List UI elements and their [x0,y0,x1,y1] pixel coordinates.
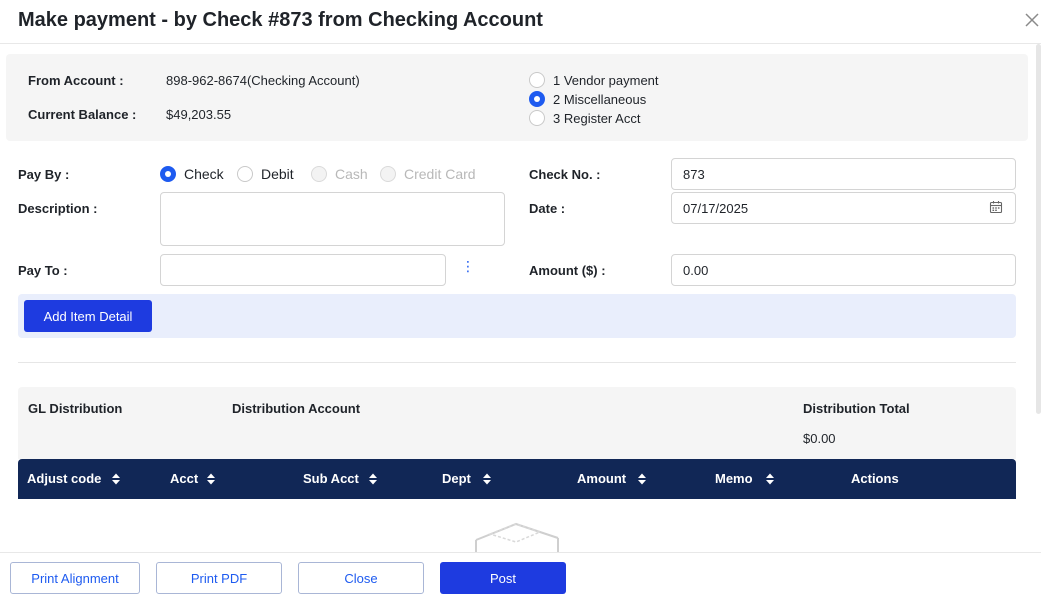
radio-pay-check[interactable] [160,166,176,182]
radio-pay-debit-label[interactable]: Debit [261,166,294,182]
close-button[interactable]: Close [298,562,424,594]
current-balance-value: $49,203.55 [166,107,232,122]
distribution-total-value: $0.00 [803,431,836,446]
pay-to-field[interactable] [160,254,446,286]
sort-icon[interactable] [765,472,775,486]
item-detail-bar [18,294,1016,338]
dialog-footer: Print Alignment Print PDF Close Post [0,552,1041,603]
radio-vendor-payment-label[interactable]: 1 Vendor payment [553,73,659,88]
sort-icon[interactable] [368,472,378,486]
close-icon[interactable] [1022,10,1041,30]
calendar-icon[interactable] [989,200,1003,214]
dialog-header: Make payment - by Check #873 from Checki… [0,0,1041,44]
kebab-menu-icon[interactable]: ⋮ [461,259,475,273]
radio-pay-cash-label: Cash [335,166,368,182]
radio-pay-credit-card [380,166,396,182]
check-no-field[interactable] [671,158,1016,190]
from-account-label: From Account : [28,73,124,88]
column-acct[interactable]: Acct [170,471,198,486]
column-adjust-code[interactable]: Adjust code [27,471,101,486]
description-field[interactable] [160,192,505,246]
radio-register-acct[interactable] [529,110,545,126]
radio-pay-check-label[interactable]: Check [184,166,224,182]
pay-to-label: Pay To : [18,263,68,278]
current-balance-label: Current Balance : [28,107,137,122]
empty-state-icon [475,522,559,552]
distribution-total-label: Distribution Total [803,401,910,416]
print-pdf-button[interactable]: Print PDF [156,562,282,594]
radio-pay-cash [311,166,327,182]
from-account-value: 898-962-8674(Checking Account) [166,73,360,88]
column-dept[interactable]: Dept [442,471,471,486]
sort-icon[interactable] [206,472,216,486]
amount-field[interactable] [671,254,1016,286]
date-label: Date : [529,201,566,216]
gl-distribution-panel [18,387,1016,459]
section-divider [18,362,1016,363]
scrollbar[interactable] [1036,44,1041,414]
sort-icon[interactable] [111,472,121,486]
amount-label: Amount ($) : [529,263,606,278]
check-no-label: Check No. : [529,167,601,182]
post-button[interactable]: Post [440,562,566,594]
date-field[interactable] [671,192,1016,224]
column-amount[interactable]: Amount [577,471,626,486]
distribution-table-header: Adjust code Acct Sub Acct Dept Amount Me… [18,459,1016,499]
radio-pay-debit[interactable] [237,166,253,182]
distribution-account-label: Distribution Account [232,401,361,416]
gl-distribution-label: GL Distribution [28,401,123,416]
radio-miscellaneous-label[interactable]: 2 Miscellaneous [553,92,646,107]
column-memo[interactable]: Memo [715,471,753,486]
sort-icon[interactable] [637,472,647,486]
radio-register-acct-label[interactable]: 3 Register Acct [553,111,640,126]
column-actions: Actions [851,471,899,486]
sort-icon[interactable] [482,472,492,486]
column-sub-acct[interactable]: Sub Acct [303,471,359,486]
description-label: Description : [18,201,98,216]
radio-miscellaneous[interactable] [529,91,545,107]
account-info-panel [6,54,1028,141]
add-item-detail-button[interactable]: Add Item Detail [24,300,152,332]
radio-vendor-payment[interactable] [529,72,545,88]
print-alignment-button[interactable]: Print Alignment [10,562,140,594]
dialog-title: Make payment - by Check #873 from Checki… [18,9,543,31]
pay-by-label: Pay By : [18,167,70,182]
radio-pay-credit-card-label: Credit Card [404,166,476,182]
